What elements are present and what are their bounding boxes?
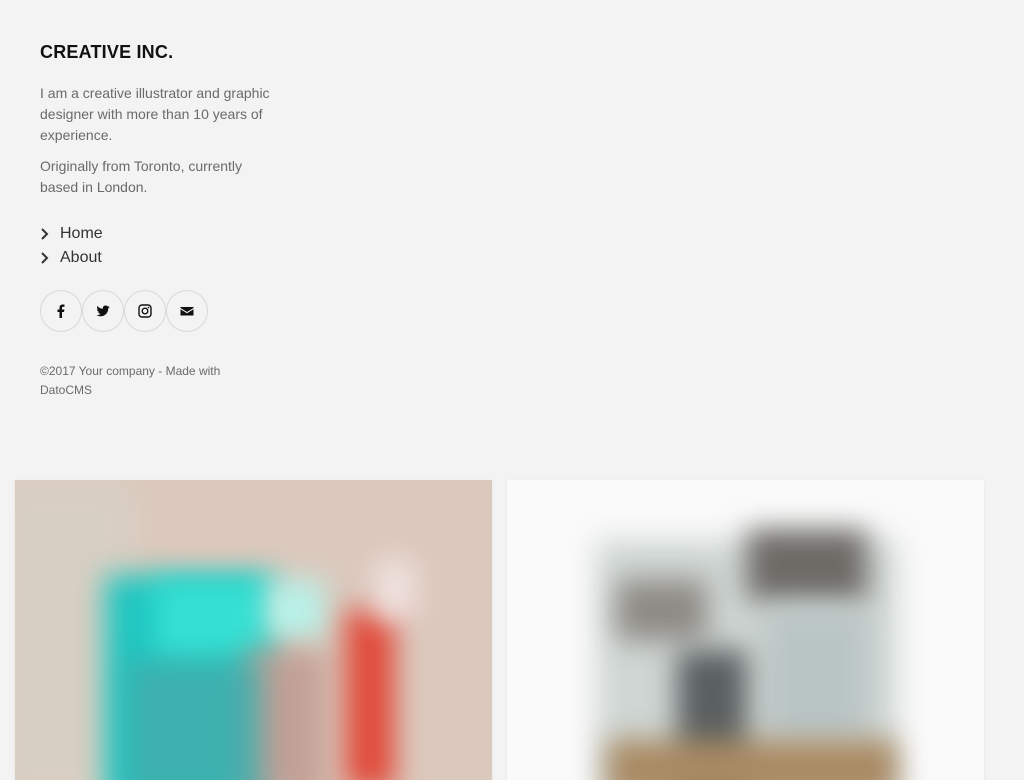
main-nav: Home About [40,222,280,270]
nav-item-home[interactable]: Home [40,222,280,246]
sidebar: CREATIVE INC. I am a creative illustrato… [40,42,280,400]
nav-item-label: Home [60,225,103,242]
site-title[interactable]: CREATIVE INC. [40,42,280,63]
envelope-icon [180,307,194,316]
instagram-icon [138,304,152,318]
chevron-right-icon [40,228,60,240]
portfolio-card-image[interactable] [15,480,492,780]
nav-item-about[interactable]: About [40,246,280,270]
instagram-button[interactable] [124,290,166,332]
portfolio-card-image[interactable] [507,480,984,780]
facebook-button[interactable] [40,290,82,332]
nav-item-label: About [60,249,102,266]
email-button[interactable] [166,290,208,332]
twitter-icon [96,305,110,317]
chevron-right-icon [40,252,60,264]
intro-text: I am a creative illustrator and graphic … [40,83,280,198]
social-links [40,290,280,332]
intro-paragraph: Originally from Toronto, currently based… [40,158,243,195]
facebook-icon [57,304,65,318]
intro-paragraph: I am a creative illustrator and graphic … [40,85,270,143]
copyright-text: ©2017 Your company - Made with DatoCMS [40,364,221,397]
twitter-button[interactable] [82,290,124,332]
